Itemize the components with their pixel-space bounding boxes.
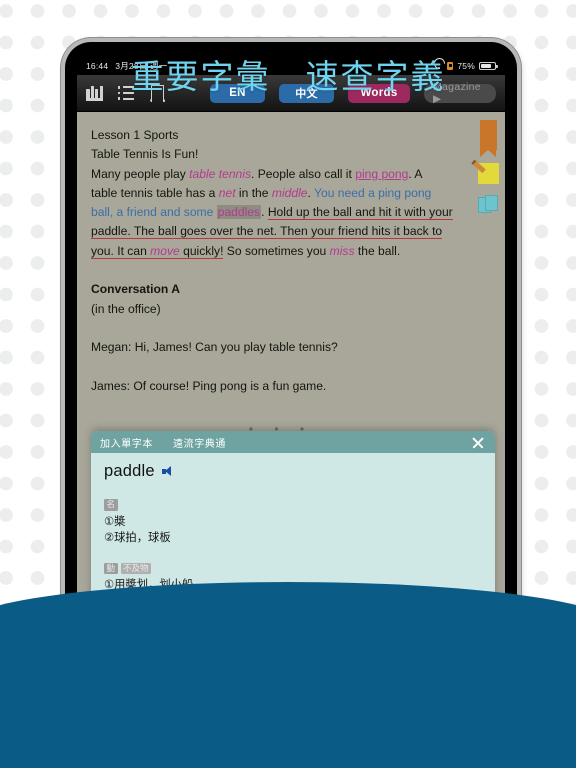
term-net[interactable]: net bbox=[219, 186, 236, 200]
selected-word-paddles[interactable]: paddles bbox=[216, 205, 262, 220]
sticky-note-pencil-icon[interactable] bbox=[477, 163, 499, 184]
text-run: quickly! bbox=[179, 243, 224, 258]
definition-block-noun: 名 ①槳 ②球拍，球板 bbox=[104, 494, 482, 546]
text-run: the ball. bbox=[354, 243, 401, 258]
article-paragraph-line-2: table tennis table has a net in the midd… bbox=[91, 184, 471, 203]
conversation-title: Conversation A bbox=[91, 282, 180, 297]
tablet-screen: 16:44 3月28日 週一 75% EN 中文 Words Magazine … bbox=[77, 56, 505, 622]
article-paragraph-line-4: paddle. The ball goes over the net. Then… bbox=[91, 222, 471, 241]
text-run: . People also call it bbox=[251, 166, 356, 181]
definition-line: ②球拍，球板 bbox=[104, 532, 171, 545]
conversation-line-2: James: Of course! Ping pong is a fun gam… bbox=[91, 378, 327, 393]
dictionary-word-row: paddle bbox=[104, 462, 482, 481]
article-headline: Table Tennis Is Fun! bbox=[91, 147, 199, 162]
article-paragraph-line-1: Many people play table tennis. People al… bbox=[91, 165, 471, 184]
part-of-speech-tag: 動 bbox=[104, 562, 118, 574]
dictionary-word: paddle bbox=[104, 462, 155, 481]
part-of-speech-subtag: 不及物 bbox=[120, 562, 152, 574]
reading-page: Lesson 1 Sports Table Tennis Is Fun! Man… bbox=[77, 112, 505, 622]
red-underline-run: Hold up the ball and hit it with your bbox=[267, 205, 453, 221]
conversation-setting: (in the office) bbox=[91, 301, 161, 316]
bookmark-tool-icon[interactable] bbox=[479, 120, 497, 157]
add-to-wordbook-button[interactable]: 加入單字本 bbox=[100, 435, 153, 450]
text-run: So sometimes you bbox=[223, 243, 330, 258]
dictionary-source-label[interactable]: 遠流字典通 bbox=[173, 435, 226, 450]
promo-banner-text: 重要字彙 速查字義 bbox=[130, 58, 446, 95]
red-underline-run: paddle. The ball goes over the net. Then… bbox=[91, 224, 443, 240]
tablet-device-frame: 16:44 3月28日 週一 75% EN 中文 Words Magazine … bbox=[65, 42, 517, 636]
part-of-speech-tag: 名 bbox=[104, 499, 118, 511]
term-miss[interactable]: miss bbox=[330, 244, 355, 258]
term-move[interactable]: move bbox=[150, 244, 180, 258]
speaker-icon[interactable] bbox=[161, 466, 175, 477]
dictionary-popup-header: 加入單字本 遠流字典通 bbox=[91, 431, 495, 454]
article-paragraph-line-3: ball, a friend and some paddles. Hold up… bbox=[91, 203, 471, 222]
blue-highlight-run: ball, a friend and some bbox=[91, 205, 217, 220]
text-run: table tennis table has a bbox=[91, 185, 219, 200]
lesson-title: Lesson 1 Sports bbox=[91, 128, 179, 142]
conversation-line-1: Megan: Hi, James! Can you play table ten… bbox=[91, 340, 338, 355]
text-run: in the bbox=[235, 185, 272, 200]
term-ping-pong[interactable]: ping pong bbox=[355, 167, 408, 181]
close-icon[interactable] bbox=[470, 434, 486, 450]
text-run: . bbox=[261, 205, 268, 220]
red-underline-run: you. It can move quickly! bbox=[91, 243, 224, 259]
annotation-tools bbox=[475, 120, 501, 214]
text-run: . A bbox=[408, 166, 423, 181]
promo-banner bbox=[0, 582, 576, 768]
note-stack-icon[interactable] bbox=[477, 195, 499, 214]
text-run: Many people play bbox=[91, 166, 190, 181]
definition-line: ①槳 bbox=[104, 515, 126, 528]
term-table-tennis[interactable]: table tennis bbox=[189, 167, 251, 181]
term-middle[interactable]: middle bbox=[272, 186, 308, 200]
article-paragraph-line-5: you. It can move quickly! So sometimes y… bbox=[91, 242, 471, 261]
blue-highlight-run: You need a ping pong bbox=[314, 185, 432, 200]
text-run: you. It can bbox=[91, 243, 151, 258]
